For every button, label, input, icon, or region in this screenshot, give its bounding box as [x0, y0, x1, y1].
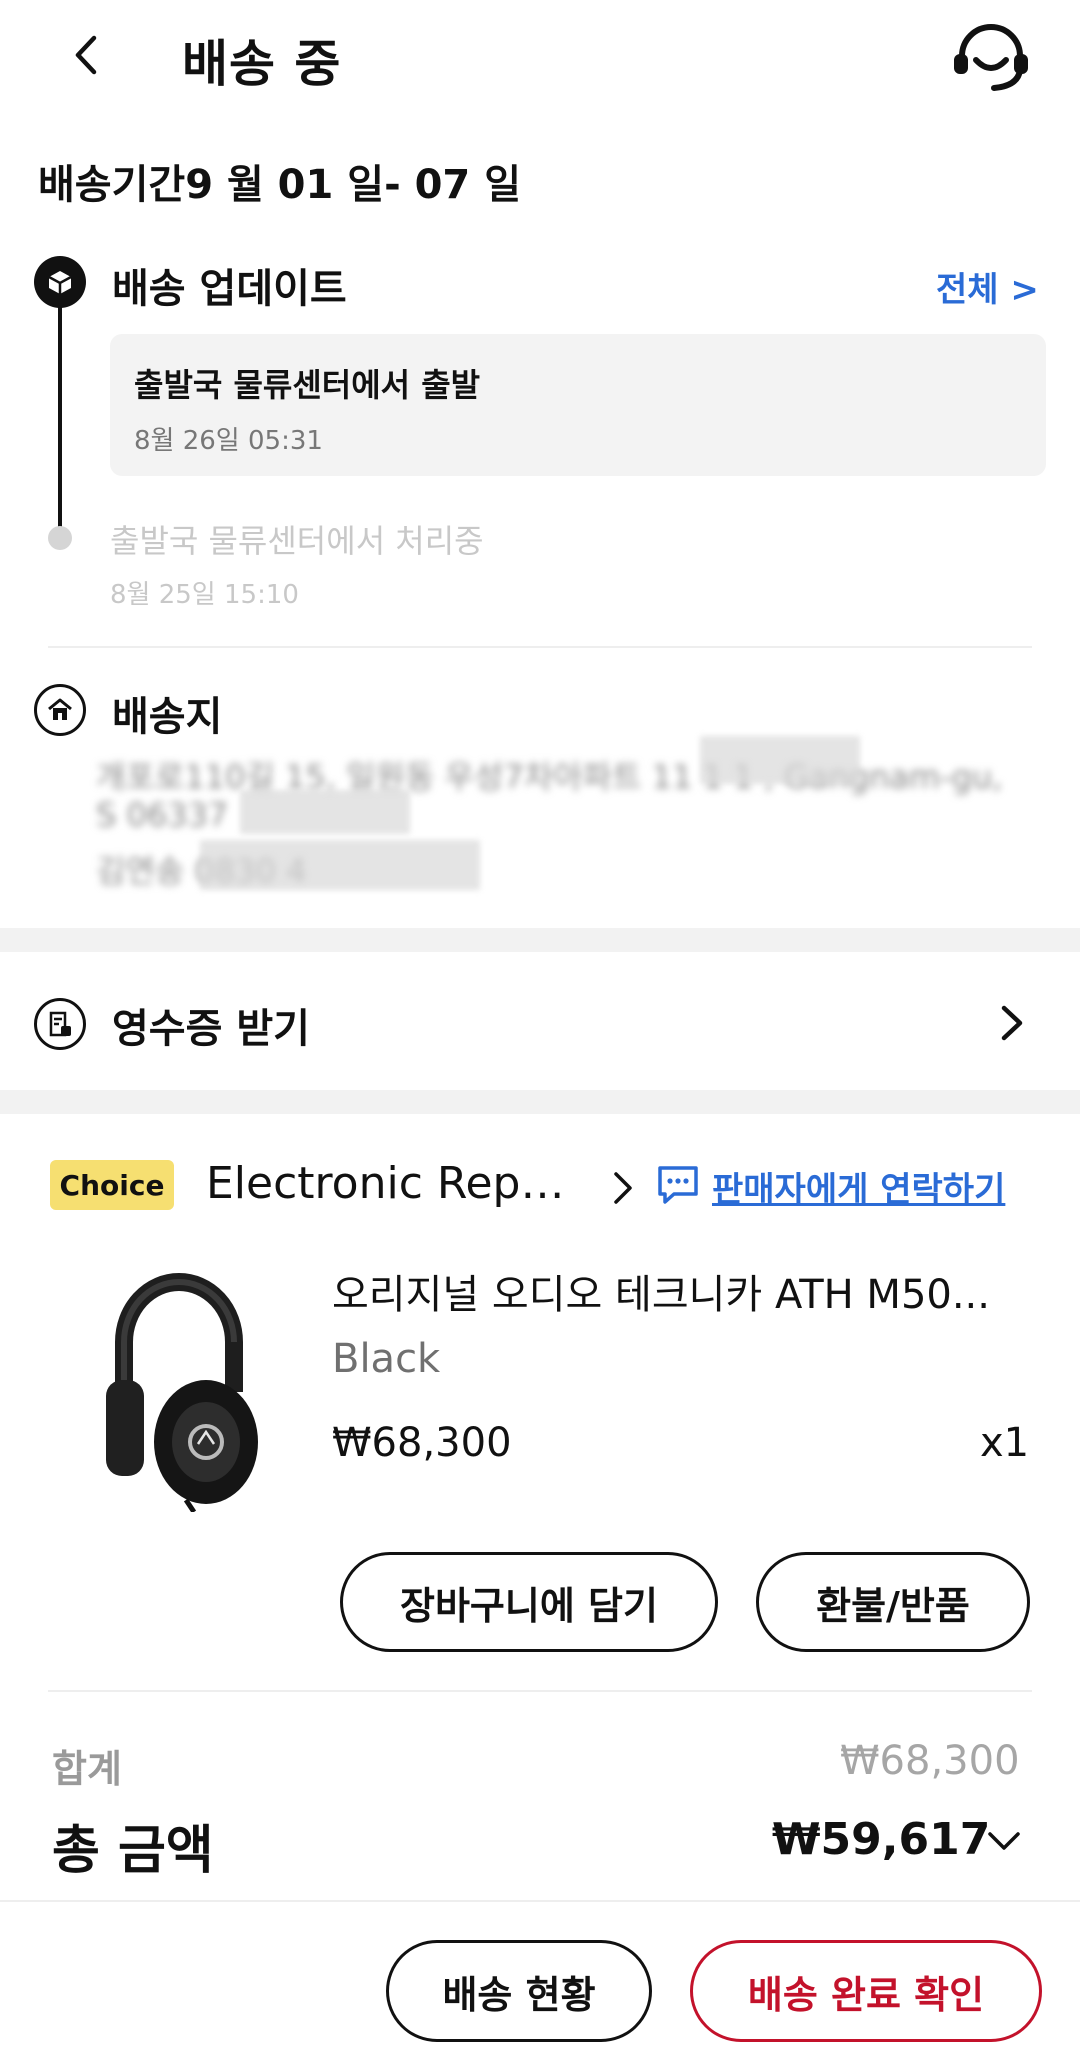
subtotal-label: 합계	[52, 1747, 122, 1791]
previous-update-time: 8월 25일 15:10	[110, 580, 299, 610]
latest-update-card: 출발국 물류센터에서 출발 8월 26일 05:31	[110, 334, 1046, 476]
section-gap	[0, 1090, 1080, 1114]
delivery-period: 배송기간9 월 01 일- 07 일	[38, 162, 521, 208]
delivery-status-button[interactable]: 배송 현황	[386, 1940, 652, 2042]
updates-title: 배송 업데이트	[112, 266, 347, 312]
timeline-dot	[48, 526, 72, 550]
home-icon	[34, 684, 86, 736]
latest-update-status: 출발국 물류센터에서 출발	[134, 366, 481, 404]
product-quantity: x1	[980, 1420, 1030, 1466]
choice-badge: Choice	[50, 1160, 174, 1210]
total-value[interactable]: ₩59,617	[772, 1814, 990, 1865]
package-icon	[34, 256, 86, 308]
seller-name[interactable]: Electronic Reput...	[206, 1158, 586, 1209]
refund-return-button[interactable]: 환불/반품	[756, 1552, 1030, 1652]
page-title: 배송 중	[182, 35, 342, 93]
product-price: ₩68,300	[332, 1420, 512, 1466]
address-title: 배송지	[112, 694, 223, 740]
redaction-block	[700, 736, 860, 784]
confirm-delivery-button[interactable]: 배송 완료 확인	[690, 1940, 1042, 2042]
latest-update-time: 8월 26일 05:31	[134, 426, 323, 456]
contact-seller-link[interactable]: 판매자에게 연락하기	[712, 1162, 1005, 1211]
previous-update-status: 출발국 물류센터에서 처리중	[110, 522, 484, 560]
chat-icon[interactable]	[656, 1164, 700, 1206]
receipt-icon	[34, 998, 86, 1050]
headphones-product-image[interactable]	[94, 1262, 264, 1512]
total-label: 총 금액	[52, 1821, 214, 1881]
receipt-label[interactable]: 영수증 받기	[112, 996, 310, 1054]
chevron-left-icon[interactable]	[62, 30, 112, 80]
redaction-block	[200, 840, 480, 890]
address-line-1: 개포로110길 15, 일원동 우성7차아파트 11 1 1 , Gangnam…	[96, 758, 1003, 796]
all-updates-link[interactable]: 전체 >	[936, 262, 1039, 311]
divider	[48, 1690, 1032, 1692]
timeline-line	[58, 292, 62, 542]
add-to-cart-button[interactable]: 장바구니에 담기	[340, 1552, 718, 1652]
chevron-down-icon[interactable]	[984, 1822, 1024, 1862]
product-name[interactable]: 오리지널 오디오 테크니카 ATH M50...	[332, 1262, 1032, 1320]
address-line-2: S 06337	[96, 796, 229, 834]
divider	[48, 646, 1032, 648]
redaction-block	[240, 790, 410, 834]
chevron-right-icon[interactable]	[994, 1000, 1028, 1046]
subtotal-value: ₩68,300	[840, 1738, 1020, 1784]
section-gap	[0, 928, 1080, 952]
headset-icon[interactable]	[948, 24, 1034, 94]
product-variant: Black	[332, 1336, 441, 1382]
chevron-right-icon[interactable]	[610, 1168, 636, 1208]
